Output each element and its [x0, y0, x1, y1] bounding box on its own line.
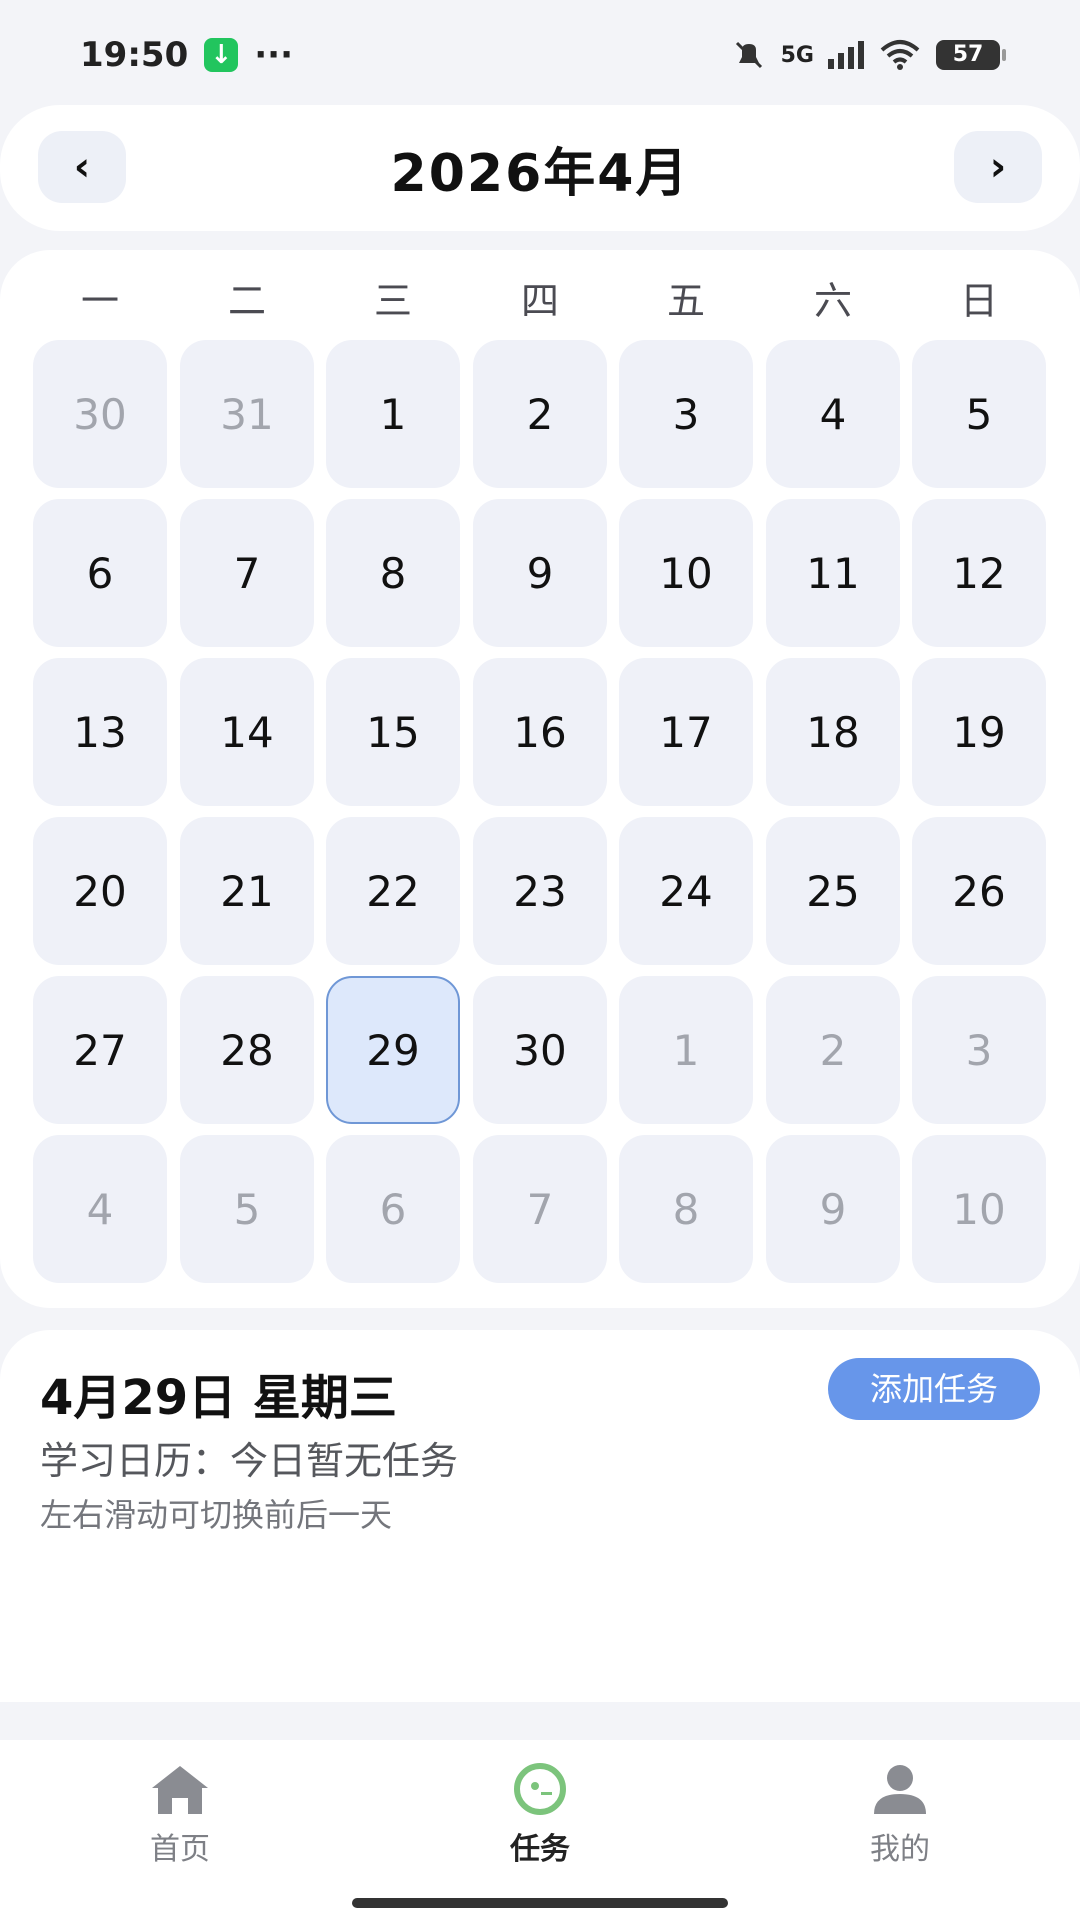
weekday-label: 五	[666, 279, 705, 323]
day-cell[interactable]: 25	[766, 817, 900, 965]
day-cell[interactable]: 20	[33, 817, 167, 965]
task-status-text: 学习日历：今日暂无任务	[40, 1439, 459, 1483]
next-month-button[interactable]: ›	[954, 131, 1042, 203]
add-task-button[interactable]: 添加任务	[828, 1358, 1040, 1420]
status-time: 19:50	[80, 35, 189, 75]
network-type: 5G	[780, 42, 814, 68]
day-cell[interactable]: 22	[326, 817, 460, 965]
day-cell[interactable]: 18	[766, 658, 900, 806]
day-cell[interactable]: 9	[473, 499, 607, 647]
day-cell[interactable]: 15	[326, 658, 460, 806]
signal-icon	[828, 41, 864, 69]
status-more: ···	[254, 35, 293, 75]
day-cell[interactable]: 19	[912, 658, 1046, 806]
nav-tasks-label: 任务	[510, 1832, 570, 1867]
weekday-label: 四	[520, 279, 559, 323]
home-indicator[interactable]	[352, 1898, 728, 1908]
download-icon: ↓	[204, 38, 239, 72]
weekday-label: 二	[227, 279, 266, 323]
day-cell[interactable]: 12	[912, 499, 1046, 647]
bottom-nav: 首页 任务 我的	[0, 1740, 1080, 1920]
day-cell[interactable]: 6	[326, 1135, 460, 1283]
day-cell[interactable]: 23	[473, 817, 607, 965]
calendar-grid: 一 二 三 四 五 六 日 30 31 1 2 3 4 5 6 7 8 9 10…	[0, 250, 1080, 1308]
weekday-row: 一 二 三 四 五 六 日	[0, 250, 1080, 330]
nav-mine-label: 我的	[870, 1832, 930, 1867]
day-cell[interactable]: 30	[473, 976, 607, 1124]
swipe-hint: 左右滑动可切换前后一天	[40, 1496, 393, 1534]
day-cell[interactable]: 5	[912, 340, 1046, 488]
day-cell[interactable]: 1	[619, 976, 753, 1124]
day-cell[interactable]: 2	[473, 340, 607, 488]
day-detail-panel[interactable]: 4月29日 星期三 添加任务 学习日历：今日暂无任务 左右滑动可切换前后一天	[0, 1330, 1080, 1702]
battery-indicator: 57	[936, 40, 1006, 70]
day-cell[interactable]: 11	[766, 499, 900, 647]
day-cell[interactable]: 10	[912, 1135, 1046, 1283]
day-cell[interactable]: 31	[180, 340, 314, 488]
wifi-icon	[880, 40, 920, 70]
status-bar: 19:50 ↓ ··· 5G 57	[0, 0, 1080, 110]
nav-home-label: 首页	[150, 1832, 210, 1867]
mute-icon	[735, 41, 762, 69]
day-cell[interactable]: 3	[912, 976, 1046, 1124]
day-cell[interactable]: 24	[619, 817, 753, 965]
weekday-label: 六	[813, 279, 852, 323]
nav-home[interactable]: 首页	[80, 1762, 280, 1868]
day-cell[interactable]: 21	[180, 817, 314, 965]
day-cell[interactable]: 14	[180, 658, 314, 806]
day-cell[interactable]: 8	[326, 499, 460, 647]
nav-mine[interactable]: 我的	[800, 1762, 1000, 1868]
nav-tasks[interactable]: 任务	[440, 1762, 640, 1868]
month-title: 2026年4月	[390, 143, 690, 204]
weekday-label: 三	[373, 279, 412, 323]
day-cell[interactable]: 4	[766, 340, 900, 488]
selected-date-title: 4月29日 星期三	[40, 1370, 397, 1426]
day-cell[interactable]: 2	[766, 976, 900, 1124]
day-cell[interactable]: 30	[33, 340, 167, 488]
day-cell[interactable]: 1	[326, 340, 460, 488]
tasks-icon	[514, 1763, 566, 1815]
day-cell[interactable]: 7	[180, 499, 314, 647]
prev-month-button[interactable]: ‹	[38, 131, 126, 203]
home-icon	[152, 1766, 208, 1814]
day-cell[interactable]: 5	[180, 1135, 314, 1283]
day-cell[interactable]: 3	[619, 340, 753, 488]
weekday-label: 一	[80, 279, 119, 323]
day-cell[interactable]: 7	[473, 1135, 607, 1283]
day-cell[interactable]: 13	[33, 658, 167, 806]
status-left: 19:50 ↓ ···	[80, 35, 293, 75]
day-cell[interactable]: 28	[180, 976, 314, 1124]
month-header: ‹ 2026年4月 ›	[0, 105, 1080, 231]
day-cell[interactable]: 8	[619, 1135, 753, 1283]
day-cell[interactable]: 27	[33, 976, 167, 1124]
day-cell[interactable]: 4	[33, 1135, 167, 1283]
status-right: 5G 57	[731, 37, 1006, 73]
day-cell-selected[interactable]: 29	[326, 976, 460, 1124]
day-cell[interactable]: 9	[766, 1135, 900, 1283]
user-icon	[874, 1765, 926, 1814]
day-cell[interactable]: 16	[473, 658, 607, 806]
day-cell[interactable]: 6	[33, 499, 167, 647]
day-cell[interactable]: 26	[912, 817, 1046, 965]
day-cell[interactable]: 10	[619, 499, 753, 647]
day-cell[interactable]: 17	[619, 658, 753, 806]
weekday-label: 日	[959, 279, 998, 323]
